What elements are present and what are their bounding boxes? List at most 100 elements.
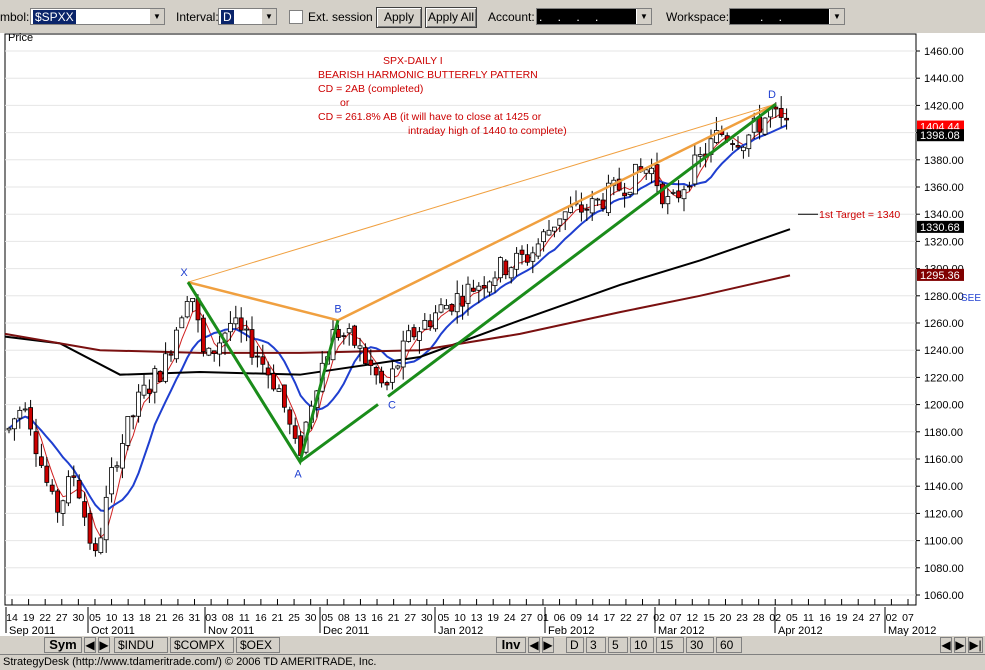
candle-body [346,328,352,334]
candle-body [125,416,131,446]
candle-body [622,192,627,197]
candle-body [589,198,595,214]
workspace-value: . . [760,10,789,24]
symbol-tab[interactable]: $COMPX [170,637,234,653]
annotation-text: SPX-DAILY I [383,55,443,67]
candle-body [443,304,449,310]
candle-body [98,537,104,554]
price-tick-label: 1200.00 [924,400,964,412]
chevron-down-icon[interactable]: ▼ [261,9,276,24]
day-tick-label: 19 [836,612,848,624]
price-tick-label: 1380.00 [924,155,964,167]
scroll-end-icon[interactable]: ▶| [968,637,983,653]
pattern-point-label: C [388,399,396,411]
interval-tab[interactable]: 30 [686,637,714,653]
apply-button[interactable]: Apply [376,7,422,28]
price-tick-label: 1100.00 [924,536,963,548]
interval-tab[interactable]: 5 [608,637,628,653]
candle-body [254,355,260,358]
candle-body [487,281,493,293]
price-tick-label: 1240.00 [924,345,964,357]
scroll-left-icon[interactable]: ◀ [528,637,540,653]
candle-body [49,484,55,492]
account-value: . . . . [539,10,605,24]
interval-tab[interactable]: 60 [716,637,742,653]
month-tick-label: Oct 2011 [91,625,135,636]
price-badge-label: 1398.08 [920,130,960,142]
apply-all-button[interactable]: Apply All [425,7,477,28]
candle-body [71,475,77,478]
day-tick-label: 08 [338,612,350,624]
candle-body [697,154,703,157]
candle-body [465,283,471,304]
candle-body [357,345,363,349]
chart-area[interactable]: 1460.001440.001420.001400.001380.001360.… [0,32,985,637]
candle-body [287,409,293,425]
candle-body [55,490,60,513]
day-tick-label: 16 [819,612,831,624]
candle-body [692,154,698,185]
candle-body [497,257,503,279]
interval-tab[interactable]: 15 [656,637,684,653]
scroll-right-icon[interactable]: ▶ [542,637,554,653]
candle-body [492,277,498,286]
ext-session-checkbox[interactable] [289,10,303,24]
symbol-tab[interactable]: $OEX [236,637,280,653]
interval-tab[interactable]: D [566,637,584,653]
day-tick-label: 15 [703,612,715,624]
candle-body [470,287,476,292]
candle-body [260,356,266,365]
price-chart[interactable]: 1460.001440.001420.001400.001380.001360.… [0,32,985,637]
candle-body [735,145,741,148]
candle-body [730,143,735,145]
symbol-combo[interactable]: $SPXX ▼ [30,8,165,25]
chevron-down-icon[interactable]: ▼ [636,9,651,24]
inv-button[interactable]: Inv [496,637,526,653]
day-tick-label: 30 [305,612,317,624]
interval-label: Interval: [176,10,219,24]
interval-tab[interactable]: 10 [630,637,654,653]
day-tick-label: 30 [421,612,433,624]
price-tick-label: 1180.00 [924,427,963,439]
candle-body [190,298,196,303]
scroll-left-icon[interactable]: ◀ [940,637,952,653]
day-tick-label: 25 [288,612,300,624]
candle-body [271,373,277,390]
bottom-bar: Sym ◀ ▶ $INDU $COMPX $OEX Inv ◀ ▶ D 3 5 10 15 3… [0,636,985,654]
sym-button[interactable]: Sym [44,637,82,653]
day-tick-label: 20 [720,612,732,624]
scroll-right-icon[interactable]: ▶ [954,637,966,653]
candle-body [762,117,768,135]
pattern-green-cd [387,102,777,398]
candle-body [422,319,428,330]
interval-combo[interactable]: D ▼ [218,8,277,25]
price-tick-label: 1080.00 [924,563,964,575]
candle-body [454,293,460,313]
chevron-down-icon[interactable]: ▼ [829,9,844,24]
day-tick-label: 28 [753,612,765,624]
chevron-down-icon[interactable]: ▼ [149,9,164,24]
interval-tab[interactable]: 3 [586,637,606,653]
day-tick-label: 05 [786,612,798,624]
account-combo[interactable]: . . . . ▼ [536,8,652,25]
price-tick-label: 1280.00 [924,291,964,303]
month-tick-label: Apr 2012 [778,625,823,636]
candle-body [389,368,395,383]
scroll-left-icon[interactable]: ◀ [84,637,96,653]
day-tick-label: 30 [73,612,85,624]
candle-body [406,330,412,342]
day-tick-label: 19 [23,612,35,624]
workspace-combo[interactable]: . . ▼ [729,8,845,25]
symbol-label: mbol: [0,10,30,24]
scroll-right-icon[interactable]: ▶ [98,637,110,653]
day-tick-label: 24 [852,612,864,624]
candle-body [519,249,525,255]
day-tick-label: 27 [56,612,68,624]
candle-body [525,254,530,263]
candle-body [11,418,17,430]
candle-body [17,409,23,419]
pattern-point-label: B [334,303,341,315]
symbol-tab[interactable]: $INDU [114,637,168,653]
pattern-point-label: D [768,89,776,101]
month-tick-label: Dec 2011 [323,625,369,636]
